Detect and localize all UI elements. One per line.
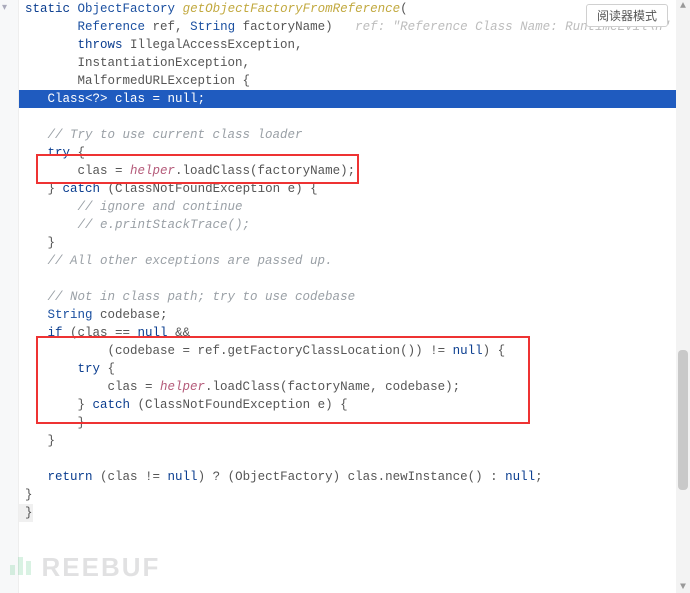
- code-line[interactable]: }: [19, 414, 690, 432]
- code-line[interactable]: clas = helper.loadClass(factoryName);: [19, 162, 690, 180]
- watermark-text: REEBUF: [41, 552, 160, 583]
- code-line[interactable]: if (clas == null &&: [19, 324, 690, 342]
- watermark-logo-icon: [10, 557, 34, 578]
- code-line[interactable]: }: [19, 504, 33, 522]
- code-line[interactable]: String codebase;: [19, 306, 690, 324]
- code-line[interactable]: }: [19, 432, 690, 450]
- code-editor[interactable]: ▾ static ObjectFactory getObjectFactoryF…: [0, 0, 690, 593]
- code-line: [19, 270, 690, 288]
- code-line[interactable]: try {: [19, 360, 690, 378]
- vertical-scrollbar[interactable]: ▲ ▼: [676, 0, 690, 593]
- code-line[interactable]: // All other exceptions are passed up.: [19, 252, 690, 270]
- code-line[interactable]: } catch (ClassNotFoundException e) {: [19, 396, 690, 414]
- freebuf-watermark: REEBUF: [10, 552, 160, 583]
- code-line[interactable]: // Not in class path; try to use codebas…: [19, 288, 690, 306]
- code-line[interactable]: MalformedURLException {: [19, 72, 690, 90]
- code-area[interactable]: static ObjectFactory getObjectFactoryFro…: [19, 0, 690, 522]
- code-line[interactable]: (codebase = ref.getFactoryClassLocation(…: [19, 342, 690, 360]
- reader-mode-label: 阅读器模式: [597, 9, 657, 23]
- code-line[interactable]: }: [19, 234, 690, 252]
- code-line: [19, 108, 690, 126]
- scroll-up-icon[interactable]: ▲: [678, 1, 688, 11]
- code-line[interactable]: throws IllegalAccessException,: [19, 36, 690, 54]
- code-line[interactable]: }: [19, 486, 690, 504]
- code-line[interactable]: InstantiationException,: [19, 54, 690, 72]
- code-line[interactable]: // ignore and continue: [19, 198, 690, 216]
- editor-gutter[interactable]: ▾: [0, 0, 19, 593]
- scrollbar-thumb[interactable]: [678, 350, 688, 490]
- code-line[interactable]: // Try to use current class loader: [19, 126, 690, 144]
- code-line[interactable]: try {: [19, 144, 690, 162]
- code-line[interactable]: } catch (ClassNotFoundException e) {: [19, 180, 690, 198]
- scroll-down-icon[interactable]: ▼: [678, 582, 688, 592]
- code-line-highlighted[interactable]: Class<?> clas = null;: [19, 90, 690, 108]
- code-line[interactable]: return (clas != null) ? (ObjectFactory) …: [19, 468, 690, 486]
- reader-mode-button[interactable]: 阅读器模式: [586, 4, 668, 27]
- code-line[interactable]: // e.printStackTrace();: [19, 216, 690, 234]
- code-line[interactable]: clas = helper.loadClass(factoryName, cod…: [19, 378, 690, 396]
- code-line: [19, 450, 690, 468]
- fold-icon: ▾: [2, 2, 7, 14]
